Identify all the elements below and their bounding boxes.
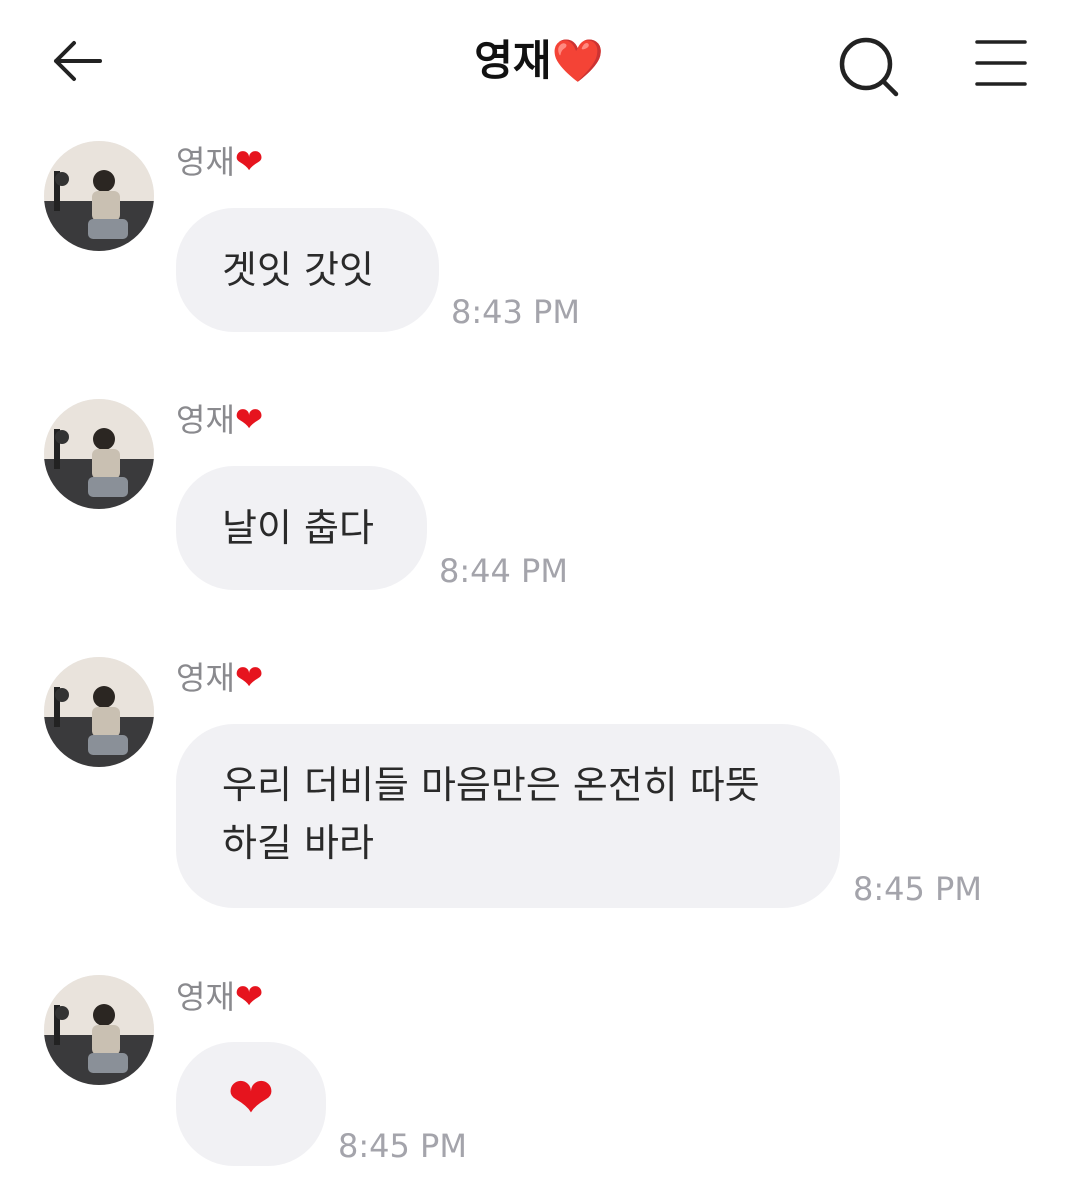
profile-photo bbox=[44, 399, 154, 509]
search-icon[interactable] bbox=[836, 34, 900, 98]
message-time: 8:45 PM bbox=[338, 1127, 467, 1165]
message-bubble[interactable]: ❤ bbox=[176, 1042, 326, 1166]
message-time: 8:43 PM bbox=[451, 293, 580, 331]
hamburger-menu-icon[interactable] bbox=[974, 38, 1028, 88]
sender-name: 영재❤ bbox=[176, 400, 264, 440]
avatar[interactable] bbox=[44, 657, 154, 767]
heart-emoji: ❤ bbox=[234, 658, 264, 698]
heart-emoji: ❤ bbox=[234, 142, 264, 182]
profile-photo bbox=[44, 657, 154, 767]
profile-photo bbox=[44, 141, 154, 251]
heart-emoji: ❤ bbox=[234, 977, 264, 1017]
message-bubble[interactable]: 날이 춥다 bbox=[176, 466, 427, 590]
heart-emoji: ❤ bbox=[234, 400, 264, 440]
heart-emoji: ❤ bbox=[227, 1066, 275, 1131]
message-time: 8:45 PM bbox=[853, 870, 982, 908]
chat-header: 영재❤️ bbox=[0, 0, 1078, 120]
sender-name: 영재❤ bbox=[176, 977, 264, 1017]
avatar[interactable] bbox=[44, 975, 154, 1085]
message-bubble[interactable]: 우리 더비들 마음만은 온전히 따뜻 하길 바라 bbox=[176, 724, 840, 908]
message-bubble[interactable]: 겟잇 갓잇 bbox=[176, 208, 439, 332]
profile-photo bbox=[44, 975, 154, 1085]
chat-title: 영재❤️ bbox=[474, 36, 604, 85]
avatar[interactable] bbox=[44, 141, 154, 251]
avatar[interactable] bbox=[44, 399, 154, 509]
message-time: 8:44 PM bbox=[439, 552, 568, 590]
sender-name: 영재❤ bbox=[176, 142, 264, 182]
sender-name: 영재❤ bbox=[176, 658, 264, 698]
